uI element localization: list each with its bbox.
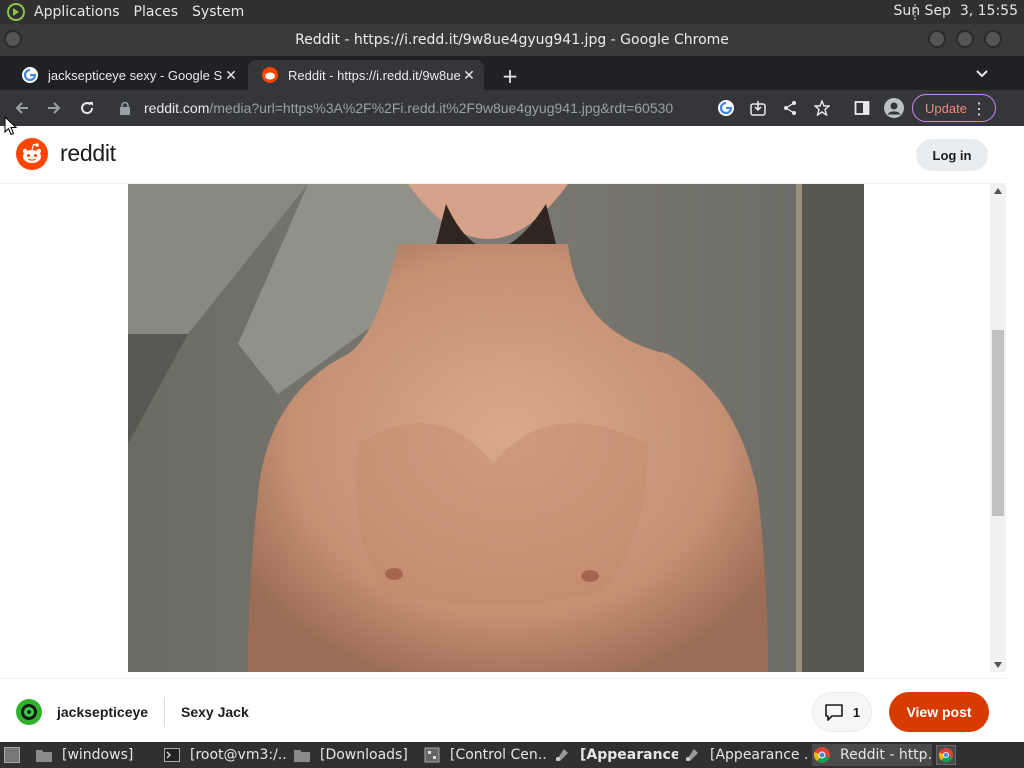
close-tab-icon[interactable]: ✕: [222, 66, 240, 84]
show-desktop-icon[interactable]: [4, 747, 20, 763]
taskbar-item-control-center[interactable]: [Control Cen...: [424, 744, 548, 766]
applications-menu[interactable]: Applications: [34, 4, 120, 20]
taskbar-item-terminal[interactable]: [root@vm3:/...: [164, 744, 288, 766]
profile-avatar-icon[interactable]: [882, 96, 906, 120]
taskbar-item-downloads[interactable]: [Downloads]: [294, 744, 418, 766]
scroll-down-icon[interactable]: [994, 662, 1002, 668]
url-host: reddit.com: [144, 100, 210, 116]
media-viewer: [0, 184, 1006, 672]
taskbar: [windows] [root@vm3:/... [Downloads] [Co…: [0, 742, 1024, 768]
view-post-button[interactable]: View post: [889, 692, 989, 732]
tab-google-search[interactable]: jacksepticeye sexy - Google Se ✕: [8, 60, 246, 90]
system-menu[interactable]: System: [192, 4, 244, 20]
distro-logo-icon[interactable]: [6, 2, 26, 22]
browser-toolbar: reddit.com /media?url=https%3A%2F%2Fi.re…: [0, 90, 1024, 126]
places-menu[interactable]: Places: [134, 4, 179, 20]
comment-bubble-icon: [825, 704, 843, 721]
post-title: Sexy Jack: [181, 704, 249, 720]
reddit-header: reddit Log in: [0, 126, 1024, 184]
post-author[interactable]: jacksepticeye: [57, 704, 148, 720]
tab-label: jacksepticeye sexy - Google Se: [48, 67, 222, 83]
window-titlebar[interactable]: Reddit - https://i.redd.it/9w8ue4gyug941…: [0, 24, 1024, 56]
tab-search-chevron-icon[interactable]: [972, 64, 992, 84]
lock-icon[interactable]: [118, 101, 132, 115]
appearance-icon: [554, 747, 570, 763]
post-info-bar: jacksepticeye Sexy Jack 1 View post: [0, 678, 1006, 742]
terminal-icon: [164, 747, 180, 763]
control-center-icon: [424, 747, 440, 763]
login-button[interactable]: Log in: [916, 139, 988, 171]
new-tab-icon[interactable]: +: [498, 64, 522, 88]
url-path: /media?url=https%3A%2F%2Fi.redd.it%2F9w8…: [209, 100, 674, 116]
scroll-up-icon[interactable]: [994, 188, 1002, 194]
scrollbar[interactable]: [990, 184, 1006, 672]
divider: [164, 697, 165, 727]
share-icon[interactable]: [778, 96, 802, 120]
post-image[interactable]: [128, 184, 864, 672]
forward-icon[interactable]: [42, 96, 66, 120]
side-panel-icon[interactable]: [850, 96, 874, 120]
tab-reddit[interactable]: Reddit - https://i.redd.it/9w8ue ✕: [248, 60, 484, 90]
scrollbar-thumb[interactable]: [992, 330, 1004, 516]
appearance-icon: [684, 747, 700, 763]
chrome-icon: [814, 747, 830, 763]
taskbar-item-appearance-2[interactable]: [Appearance ...: [684, 744, 808, 766]
taskbar-item-windows[interactable]: [windows]: [36, 744, 160, 766]
maximize-button[interactable]: [956, 30, 974, 48]
address-bar[interactable]: reddit.com /media?url=https%3A%2F%2Fi.re…: [110, 94, 706, 122]
taskbar-item-appearance-1[interactable]: [Appearance ...: [554, 744, 678, 766]
comment-count: 1: [852, 704, 861, 720]
close-window-button[interactable]: [984, 30, 1002, 48]
top-panel: Applications Places System Sun Sep 3, 15…: [0, 0, 1024, 24]
folder-icon: [294, 747, 310, 763]
window-title: Reddit - https://i.redd.it/9w8ue4gyug941…: [295, 32, 729, 48]
close-tab-icon[interactable]: ✕: [460, 66, 478, 84]
install-icon[interactable]: [746, 96, 770, 120]
reddit-wordmark[interactable]: reddit: [60, 140, 116, 167]
tab-label: Reddit - https://i.redd.it/9w8ue: [288, 67, 461, 83]
google-icon: [22, 67, 38, 83]
tab-strip: jacksepticeye sexy - Google Se ✕ Reddit …: [0, 56, 1024, 90]
page-content: reddit Log in jacksepticeye Sexy Jack 1 …: [0, 126, 1024, 742]
kebab-menu-icon[interactable]: ⋮: [971, 99, 987, 119]
reload-icon[interactable]: [75, 96, 99, 120]
taskbar-item-chrome[interactable]: Reddit - http...: [812, 744, 932, 766]
tray-chrome-icon[interactable]: [935, 744, 957, 766]
bookmark-star-icon[interactable]: [810, 96, 834, 120]
reddit-logo-icon[interactable]: [16, 138, 48, 170]
update-label: Update: [925, 100, 967, 116]
minimize-button[interactable]: [928, 30, 946, 48]
avatar[interactable]: [16, 699, 42, 725]
folder-icon: [36, 747, 52, 763]
update-button[interactable]: Update ⋮: [912, 94, 996, 122]
mouse-cursor-icon: [4, 116, 18, 136]
reddit-icon: [262, 67, 278, 83]
page-gutter: [1006, 126, 1024, 742]
clock[interactable]: Sun Sep 3, 15:55: [893, 3, 1018, 19]
comments-button[interactable]: 1: [812, 692, 872, 732]
google-lens-icon[interactable]: [714, 96, 738, 120]
